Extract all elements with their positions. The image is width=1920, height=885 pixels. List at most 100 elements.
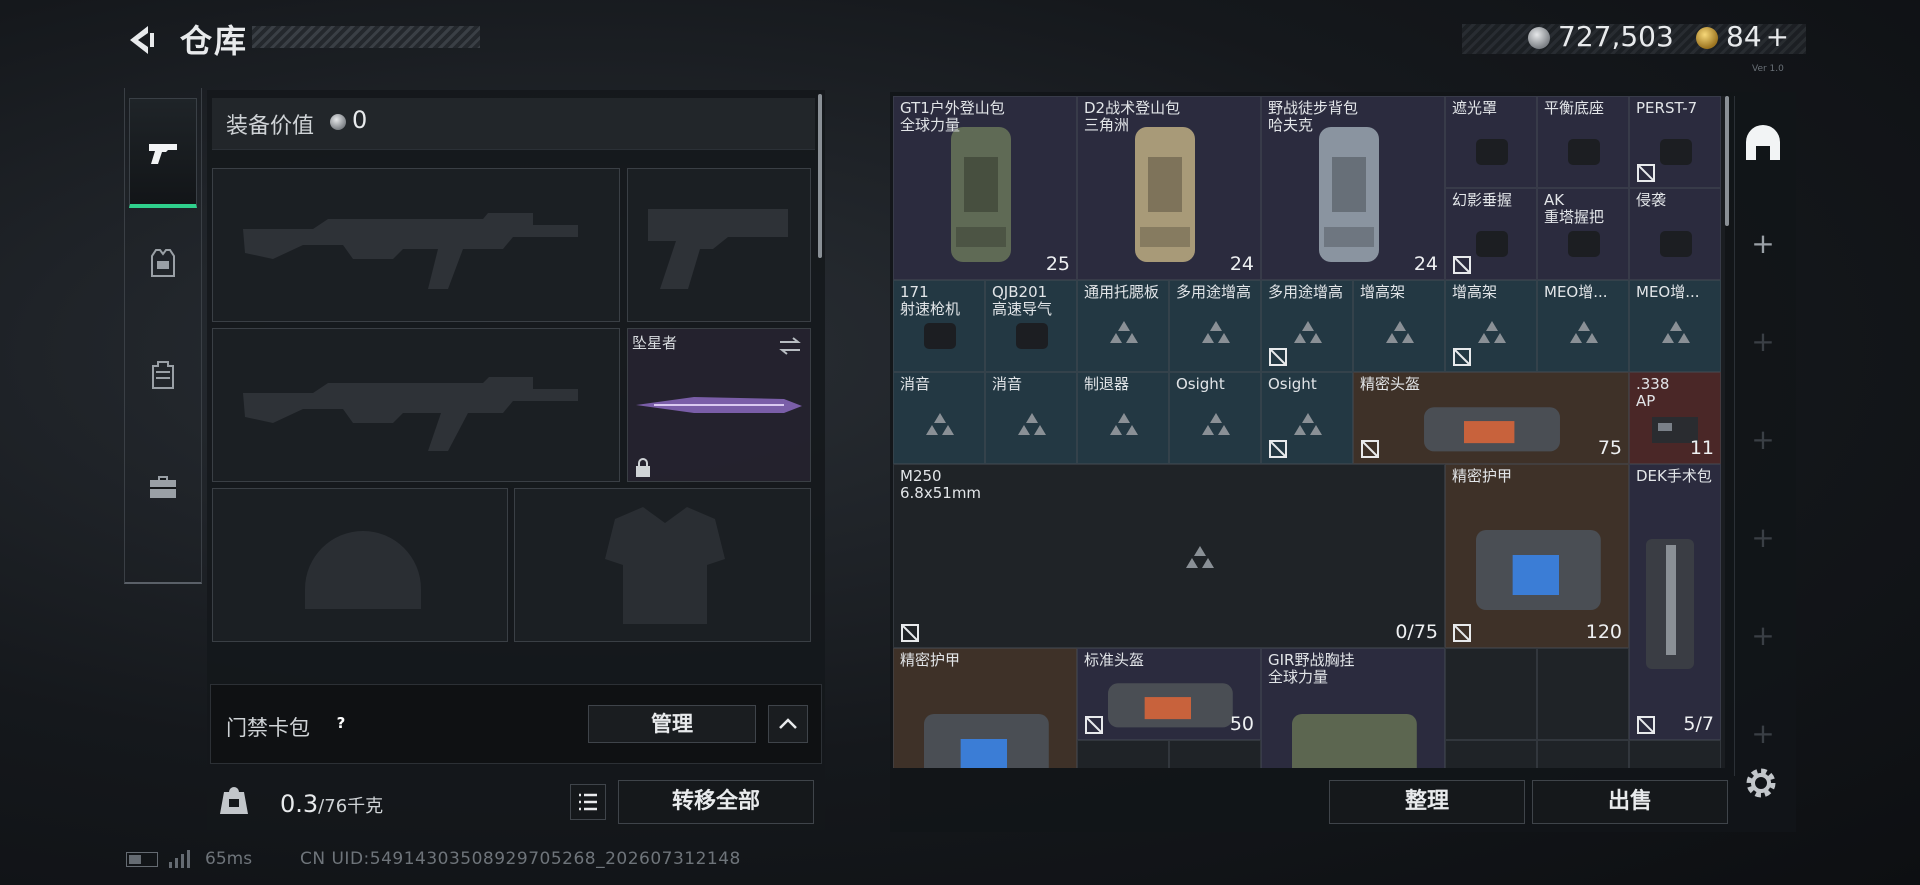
item-name: .338 AP [1636,375,1670,410]
helmet-silhouette-icon [305,531,421,609]
inventory-item-gir[interactable]: GIR野战胸挂 全球力量 [1261,648,1445,768]
empty-grid-cell[interactable] [1445,648,1537,740]
inventory-item-helmet-p[interactable]: 精密头盔 75 [1353,372,1629,464]
inventory-item-mount1[interactable]: 增高架 [1353,280,1445,372]
backpack-icon [152,361,174,389]
attachment-slot-icon [1110,413,1138,435]
inventory-item-gt1[interactable]: GT1户外登山包 全球力量 25 [893,96,1077,280]
inventory-item-meo2[interactable]: MEO增... [1629,280,1721,372]
inventory-item-qjb[interactable]: QJB201 高速导气 [985,280,1077,372]
back-arrow-icon[interactable] [124,22,160,58]
rifle-silhouette-icon [243,213,578,289]
add-tab-button[interactable]: + [1740,420,1786,460]
inventory-item-armor-p2[interactable]: 精密护甲 [893,648,1077,768]
slot-body-armor[interactable] [514,488,811,642]
scrollbar[interactable] [818,94,822,258]
pistol-silhouette-icon [648,209,788,289]
weight-icon[interactable] [218,784,250,818]
inventory-item-riser1[interactable]: 多用途增高 [1169,280,1261,372]
item-name: 171 射速枪机 [900,283,961,318]
inventory-item-phantom[interactable]: 幻影垂握 [1445,188,1537,280]
inventory-item-d2[interactable]: D2战术登山包 三角洲 24 [1077,96,1261,280]
item-name: MEO增... [1636,283,1700,301]
briefcase-icon [150,476,176,498]
inventory-item-meo1[interactable]: MEO增... [1537,280,1629,372]
inventory-item-ak-grip[interactable]: AK 重塔握把 [1537,188,1629,280]
attachment-slot-icon [1386,321,1414,343]
tab-weapons[interactable] [129,98,197,208]
inventory-item-osight1[interactable]: Osight [1169,372,1261,464]
attachment-slot-icon [1662,321,1690,343]
item-name: 标准头盔 [1084,651,1145,669]
swap-icon[interactable] [778,336,802,356]
collapse-button[interactable] [768,705,808,743]
slot-primary-weapon[interactable] [212,168,620,322]
scrollbar[interactable] [1725,96,1729,226]
transfer-all-button[interactable]: 转移全部 [618,780,814,824]
weight-readout: 0.3/76千克 [280,790,383,818]
slot-pistol[interactable] [627,168,811,322]
inventory-item-raid[interactable]: 侵袭 [1629,188,1721,280]
item-count: 24 [1413,253,1438,275]
sell-button[interactable]: 出售 [1532,780,1728,824]
surgery-kit-icon [1646,539,1694,669]
inventory-item-cheek[interactable]: 通用托腮板 [1077,280,1169,372]
gold-amount[interactable]: 84 + [1726,20,1789,53]
inventory-item-mount2[interactable]: 增高架 [1445,280,1537,372]
item-count: 5/7 [1683,713,1714,735]
weight-max: /76千克 [318,796,384,817]
help-icon[interactable]: ? [330,712,352,734]
inventory-item-helmet-s[interactable]: 标准头盔 50 [1077,648,1261,740]
inventory-item-field-pack[interactable]: 野战徒步背包 哈夫克 24 [1261,96,1445,280]
list-view-button[interactable] [570,784,606,820]
inventory-item-perst[interactable]: PERST-7 [1629,96,1721,188]
add-tab-button[interactable]: + [1740,224,1786,264]
inventory-item-m171[interactable]: 171 射速枪机 [893,280,985,372]
add-tab-button[interactable]: + [1740,322,1786,362]
add-tab-button[interactable]: + [1740,616,1786,656]
chevron-up-icon [779,718,797,729]
attachment-slot-icon [926,413,954,435]
inventory-item-sup2[interactable]: 消音 [985,372,1077,464]
empty-grid-cell[interactable] [1629,740,1721,768]
attachment-slot-icon [1110,321,1138,343]
inventory-item-m250[interactable]: M250 6.8x51mm 0/75 [893,464,1445,648]
inventory-item-osight2[interactable]: Osight [1261,372,1353,464]
item-name: GIR野战胸挂 全球力量 [1268,651,1355,686]
inventory-item-brake[interactable]: 制退器 [1077,372,1169,464]
tab-backpack[interactable] [129,320,197,430]
manage-button[interactable]: 管理 [588,705,756,743]
tab-armor[interactable] [129,208,197,318]
empty-grid-cell[interactable] [1537,648,1629,740]
add-tab-button[interactable]: + [1740,518,1786,558]
empty-grid-cell[interactable] [1169,740,1261,768]
attachment-slot-icon [1186,546,1214,568]
equipment-value: 0 [352,106,368,134]
item-name: 增高架 [1360,283,1406,301]
inventory-item-hood[interactable]: 遮光罩 [1445,96,1537,188]
version-text: Ver 1.0 [1752,64,1784,74]
sort-button[interactable]: 整理 [1329,780,1525,824]
gear-icon[interactable] [1742,764,1780,802]
empty-grid-cell[interactable] [1445,740,1537,768]
no-trade-icon [1453,256,1471,274]
item-name: MEO增... [1544,283,1608,301]
empty-grid-cell[interactable] [1537,740,1629,768]
category-rail [124,88,202,584]
inventory-item-sup1[interactable]: 消音 [893,372,985,464]
inventory-item-armor-p[interactable]: 精密护甲 120 [1445,464,1629,648]
inventory-item-ap338[interactable]: .338 AP 11 [1629,372,1721,464]
inventory-item-balance[interactable]: 平衡底座 [1537,96,1629,188]
inventory-item-dek[interactable]: DEK手术包 5/7 [1629,464,1721,740]
tab-case[interactable] [129,432,197,542]
add-tab-button[interactable]: + [1740,714,1786,754]
no-trade-icon [901,624,919,642]
inventory-item-riser2[interactable]: 多用途增高 [1261,280,1353,372]
slot-secondary-weapon[interactable] [212,328,620,482]
warehouse-tab[interactable] [1740,124,1786,164]
slot-helmet[interactable] [212,488,508,642]
add-gold-button[interactable]: + [1766,20,1789,53]
attachment-icon [1568,231,1600,257]
empty-grid-cell[interactable] [1077,740,1169,768]
item-name: 平衡底座 [1544,99,1605,117]
